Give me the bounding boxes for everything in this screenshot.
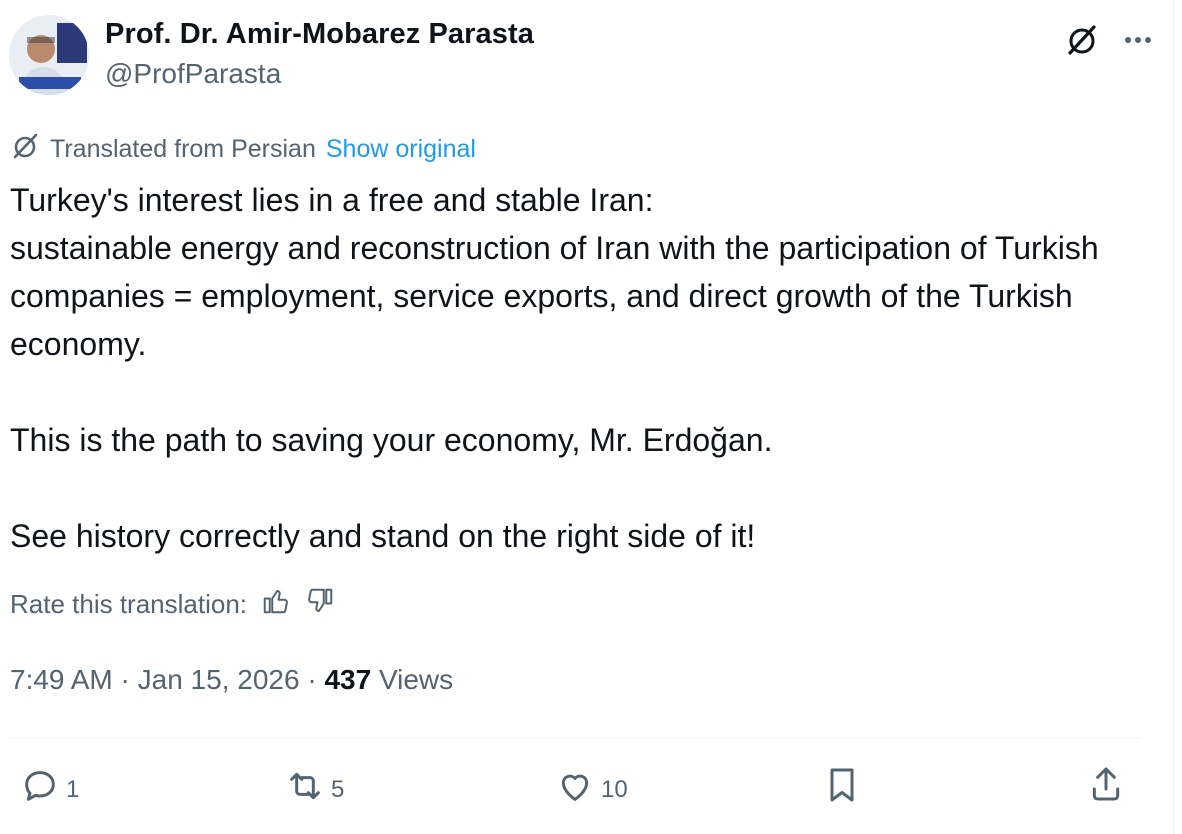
thumbs-down-icon[interactable] — [305, 586, 335, 623]
share-icon — [1086, 764, 1126, 811]
tweet-actions: 1 5 10 — [20, 760, 1130, 810]
tweet-metadata: 7:49 AM · Jan 15, 2026 · 437 Views — [10, 664, 453, 696]
reply-count: 1 — [66, 775, 80, 803]
show-original-link[interactable]: Show original — [326, 135, 476, 164]
meta-separator: · — [307, 664, 325, 695]
rate-translation-label: Rate this translation: — [10, 589, 248, 619]
repost-button[interactable]: 5 — [285, 766, 344, 813]
meta-separator: · — [120, 664, 138, 695]
bookmark-button[interactable] — [822, 764, 862, 813]
reply-button[interactable]: 1 — [20, 766, 79, 813]
grok-slash-icon[interactable] — [1060, 18, 1104, 62]
translation-label: Translated from Persian — [50, 135, 316, 163]
repost-count: 5 — [331, 775, 345, 803]
reply-icon — [20, 766, 60, 813]
like-count: 10 — [601, 775, 628, 803]
tweet-header-actions — [1060, 18, 1160, 62]
thumbs-up-icon[interactable] — [261, 586, 291, 623]
views-count: 437 — [324, 664, 372, 695]
author-display-name[interactable]: Prof. Dr. Amir-Mobarez Parasta — [105, 18, 534, 51]
more-icon[interactable] — [1116, 18, 1160, 62]
bookmark-icon — [822, 764, 862, 813]
avatar[interactable] — [9, 15, 89, 95]
like-icon — [555, 766, 595, 813]
views-label: Views — [378, 664, 454, 695]
tweet-date[interactable]: Jan 15, 2026 — [138, 664, 300, 695]
divider — [10, 737, 1140, 738]
author-handle[interactable]: @ProfParasta — [105, 58, 281, 90]
tweet-time[interactable]: 7:49 AM — [10, 664, 113, 695]
tweet-text: Turkey's interest lies in a free and sta… — [10, 182, 1099, 554]
rate-translation: Rate this translation: — [10, 586, 335, 623]
grok-slash-icon — [10, 131, 40, 168]
like-button[interactable]: 10 — [555, 766, 628, 813]
translation-notice: Translated from Persian Show original — [10, 131, 476, 168]
share-button[interactable] — [1086, 764, 1126, 811]
avatar-image — [9, 15, 89, 95]
repost-icon — [285, 766, 325, 813]
timeline-border — [1173, 0, 1174, 834]
